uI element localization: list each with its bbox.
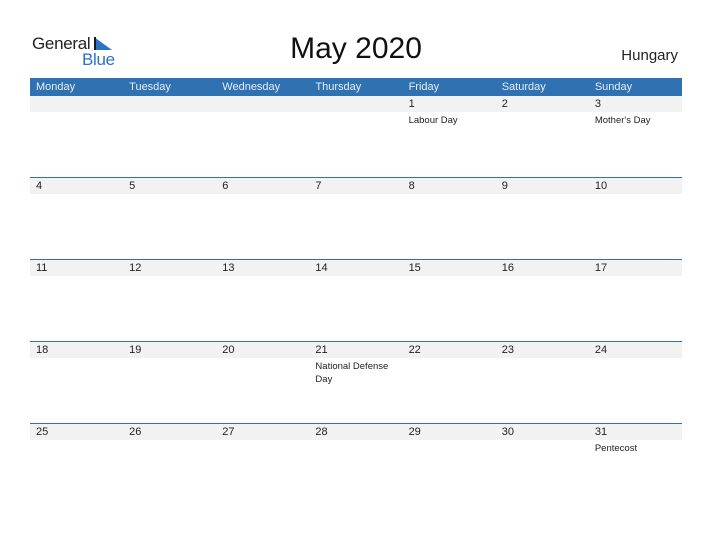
day-cell: 23 (496, 342, 589, 386)
day-number (129, 96, 216, 112)
day-number: 16 (501, 262, 514, 274)
day-cell: 31 Pentecost (589, 424, 682, 455)
week-row: 1 Labour Day 2 3 Mother's Day (30, 96, 682, 177)
day-number: 23 (501, 344, 514, 356)
day-cell: 24 (589, 342, 682, 386)
day-cell (216, 96, 309, 127)
day-number: 2 (501, 98, 508, 110)
day-number: 29 (408, 426, 421, 438)
day-cell: 6 (216, 178, 309, 196)
calendar-grid: Monday Tuesday Wednesday Thursday Friday… (30, 78, 682, 505)
day-cell (123, 96, 216, 127)
day-number: 22 (408, 344, 421, 356)
day-number: 11 (36, 262, 48, 274)
weeks-container: 1 Labour Day 2 3 Mother's Day 4 5 6 7 8 9 10 11 12 13 1… (30, 96, 682, 505)
day-number: 3 (594, 98, 601, 110)
day-number (36, 96, 123, 112)
holiday-label: National Defense Day (315, 361, 389, 385)
holiday-label: Pentecost (594, 443, 638, 454)
day-number: 17 (594, 262, 608, 274)
day-cell: 2 (496, 96, 589, 127)
day-number: 31 (594, 426, 608, 438)
day-cell: 26 (123, 424, 216, 455)
holiday-label: Labour Day (408, 115, 458, 126)
week-cells: 25 26 27 28 29 30 31 Pentecost (30, 424, 682, 455)
weekday-thursday: Thursday (315, 81, 362, 93)
day-cell: 1 Labour Day (403, 96, 496, 127)
day-number: 26 (129, 426, 142, 438)
day-number: 25 (36, 426, 49, 438)
day-cell: 8 (403, 178, 496, 196)
day-cell: 28 (309, 424, 402, 455)
day-number: 21 (315, 344, 328, 356)
day-number (315, 96, 402, 112)
day-number: 28 (315, 426, 328, 438)
day-cell: 15 (403, 260, 496, 278)
day-number: 10 (594, 180, 608, 192)
day-number: 1 (408, 98, 415, 110)
day-number: 30 (501, 426, 514, 438)
day-number: 7 (315, 180, 322, 192)
day-cell: 7 (309, 178, 402, 196)
week-row: 4 5 6 7 8 9 10 (30, 177, 682, 259)
calendar-title: May 2020 (290, 32, 422, 65)
day-cell: 13 (216, 260, 309, 278)
day-cell: 14 (309, 260, 402, 278)
week-cells: 11 12 13 14 15 16 17 (30, 260, 682, 278)
day-cell: 20 (216, 342, 309, 386)
day-number: 13 (222, 262, 235, 274)
day-cell: 16 (496, 260, 589, 278)
week-cells: 1 Labour Day 2 3 Mother's Day (30, 96, 682, 127)
day-cell: 9 (496, 178, 589, 196)
day-cell: 11 (30, 260, 123, 278)
day-number: 5 (129, 180, 136, 192)
holiday-label: Mother's Day (594, 115, 651, 126)
day-cell: 5 (123, 178, 216, 196)
week-cells: 4 5 6 7 8 9 10 (30, 178, 682, 196)
day-number: 14 (315, 262, 328, 274)
country-label: Hungary (621, 47, 678, 64)
day-number: 19 (129, 344, 142, 356)
day-cell: 4 (30, 178, 123, 196)
day-number (222, 96, 309, 112)
day-cell: 12 (123, 260, 216, 278)
weekday-header: Monday Tuesday Wednesday Thursday Friday… (30, 78, 682, 96)
week-row: 18 19 20 21 National Defense Day 22 23 24 (30, 341, 682, 423)
day-cell: 10 (589, 178, 682, 196)
day-number: 24 (594, 344, 608, 356)
day-number: 15 (408, 262, 421, 274)
day-cell: 19 (123, 342, 216, 386)
weekday-monday: Monday (36, 81, 76, 93)
day-cell (30, 96, 123, 127)
day-number: 12 (129, 262, 142, 274)
day-cell: 18 (30, 342, 123, 386)
weekday-sunday: Sunday (594, 81, 633, 93)
day-number: 9 (501, 180, 508, 192)
weekday-friday: Friday (408, 81, 440, 93)
day-cell: 29 (403, 424, 496, 455)
day-number: 4 (36, 180, 43, 192)
day-number: 8 (408, 180, 415, 192)
day-number: 18 (36, 344, 49, 356)
weekday-tuesday: Tuesday (129, 81, 171, 93)
day-cell: 30 (496, 424, 589, 455)
week-cells: 18 19 20 21 National Defense Day 22 23 24 (30, 342, 682, 386)
day-cell: 27 (216, 424, 309, 455)
weekday-wednesday: Wednesday (222, 81, 281, 93)
day-number: 20 (222, 344, 235, 356)
day-cell: 25 (30, 424, 123, 455)
week-row: 11 12 13 14 15 16 17 (30, 259, 682, 341)
day-number: 6 (222, 180, 229, 192)
day-cell (309, 96, 402, 127)
day-number: 27 (222, 426, 235, 438)
week-row: 25 26 27 28 29 30 31 Pentecost (30, 423, 682, 505)
day-cell: 3 Mother's Day (589, 96, 682, 127)
day-cell: 17 (589, 260, 682, 278)
weekday-saturday: Saturday (501, 81, 546, 93)
day-cell: 21 National Defense Day (309, 342, 402, 386)
day-cell: 22 (403, 342, 496, 386)
